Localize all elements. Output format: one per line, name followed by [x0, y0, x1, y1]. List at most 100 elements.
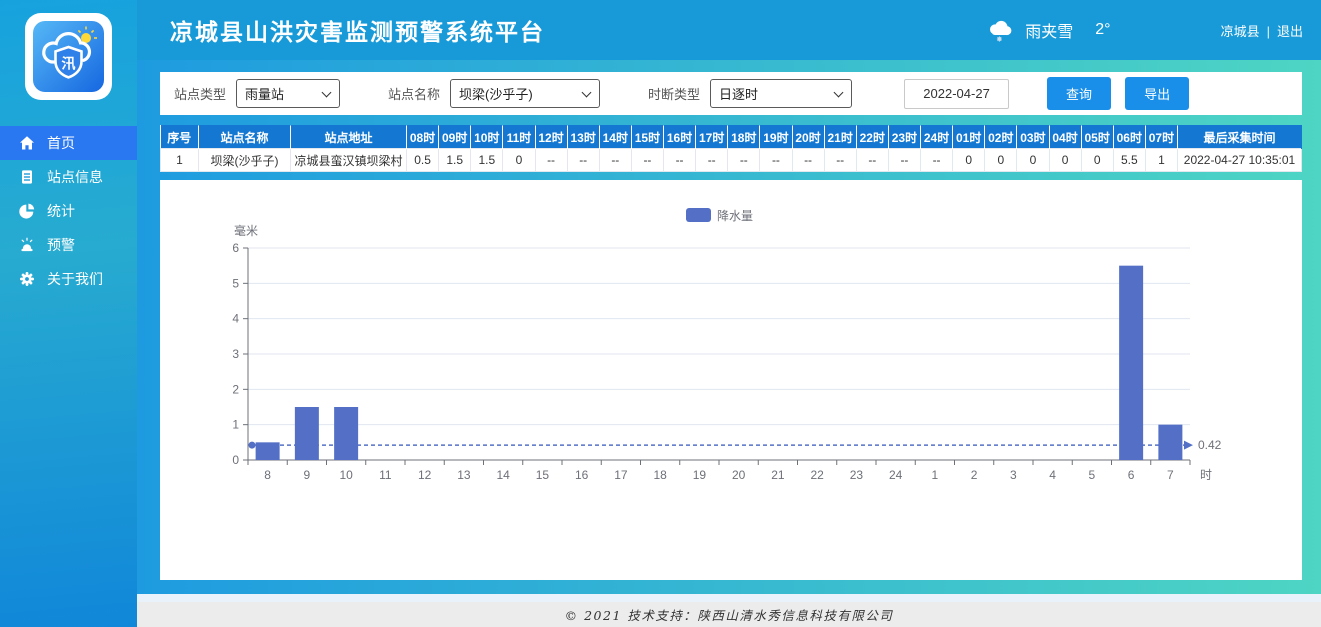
table-cell: -- — [921, 149, 953, 172]
chevron-down-icon — [582, 88, 592, 98]
station-name-select[interactable]: 坝梁(沙乎子) — [450, 79, 600, 108]
user-box: 凉城县 | 退出 — [1221, 21, 1303, 40]
table-cell: 5.5 — [1113, 149, 1145, 172]
sidebar-item-label: 站点信息 — [47, 167, 103, 187]
svg-text:24: 24 — [889, 468, 903, 482]
table-cell: -- — [760, 149, 792, 172]
svg-text:1: 1 — [932, 468, 939, 482]
sidebar-item-home[interactable]: 首页 — [0, 126, 137, 160]
table-row: 1坝梁(沙乎子)凉城县蛮汉镇坝梁村0.51.51.50-------------… — [161, 149, 1302, 172]
column-header: 06时 — [1113, 126, 1145, 149]
main-area: 凉城县山洪灾害监测预警系统平台 雨夹雪 — [137, 0, 1321, 627]
svg-text:降水量: 降水量 — [717, 209, 753, 223]
document-icon — [19, 169, 35, 185]
table-cell: 0 — [1049, 149, 1081, 172]
column-header: 站点名称 — [199, 126, 291, 149]
svg-text:9: 9 — [304, 468, 311, 482]
copyright-text: © 2021 技术支持：陕西山清水秀信息科技有限公司 — [565, 605, 894, 624]
table-cell: -- — [567, 149, 599, 172]
content-area: 站点类型雨量站站点名称坝梁(沙乎子)时断类型日逐时 2022-04-27 查询 … — [137, 60, 1321, 594]
filter-panel: 站点类型雨量站站点名称坝梁(沙乎子)时断类型日逐时 2022-04-27 查询 … — [160, 72, 1302, 115]
column-header: 22时 — [856, 126, 888, 149]
sidebar-item-about-us[interactable]: 关于我们 — [0, 262, 137, 296]
svg-text:8: 8 — [264, 468, 271, 482]
chevron-down-icon — [834, 88, 844, 98]
filter-label: 站点名称 — [388, 84, 440, 103]
column-header: 20时 — [792, 126, 824, 149]
column-header: 11时 — [503, 126, 535, 149]
filter-label: 站点类型 — [174, 84, 226, 103]
column-header: 03时 — [1017, 126, 1049, 149]
table-cell: 0 — [985, 149, 1017, 172]
svg-text:4: 4 — [1049, 468, 1056, 482]
svg-text:7: 7 — [1167, 468, 1174, 482]
weather-temperature: 2° — [1095, 21, 1110, 39]
legend-precipitation[interactable]: 降水量 — [686, 208, 753, 223]
bar[interactable] — [295, 407, 319, 460]
bar[interactable] — [1119, 266, 1143, 460]
svg-text:5: 5 — [232, 276, 239, 290]
filter-group-station-type: 站点类型雨量站 — [174, 79, 340, 108]
table-cell: 1 — [161, 149, 199, 172]
column-header: 07时 — [1145, 126, 1177, 149]
table-cell: 0.5 — [407, 149, 439, 172]
column-header: 08时 — [407, 126, 439, 149]
query-button[interactable]: 查询 — [1047, 77, 1111, 110]
username: 凉城县 — [1221, 24, 1260, 39]
svg-text:19: 19 — [693, 468, 707, 482]
filter-group-station-name: 站点名称坝梁(沙乎子) — [388, 79, 600, 108]
column-header: 01时 — [953, 126, 985, 149]
sidebar-item-statistics[interactable]: 统计 — [0, 194, 137, 228]
filter-label: 时断类型 — [648, 84, 700, 103]
sidebar-item-label: 预警 — [47, 235, 75, 255]
export-button[interactable]: 导出 — [1125, 77, 1189, 110]
column-header: 21时 — [824, 126, 856, 149]
svg-text:3: 3 — [232, 347, 239, 361]
top-header: 凉城县山洪灾害监测预警系统平台 雨夹雪 — [137, 0, 1321, 60]
svg-text:4: 4 — [232, 312, 239, 326]
shield-icon: 汛 — [56, 47, 82, 77]
svg-text:时: 时 — [1200, 468, 1212, 482]
svg-text:毫米: 毫米 — [234, 223, 258, 238]
selected-value: 日逐时 — [719, 84, 758, 103]
app-logo: 汛 — [0, 0, 137, 100]
bar[interactable] — [334, 407, 358, 460]
sidebar-item-station-info[interactable]: 站点信息 — [0, 160, 137, 194]
flood-app-logo-icon: 汛 — [25, 13, 112, 100]
column-header: 04时 — [1049, 126, 1081, 149]
table-cell: 0 — [1017, 149, 1049, 172]
svg-text:15: 15 — [536, 468, 550, 482]
table-cell: -- — [696, 149, 728, 172]
pie-chart-icon — [19, 203, 35, 219]
svg-text:21: 21 — [771, 468, 785, 482]
weather-condition: 雨夹雪 — [1025, 18, 1073, 42]
svg-text:11: 11 — [379, 468, 392, 482]
alarm-icon — [19, 237, 35, 253]
sidebar-item-warning[interactable]: 预警 — [0, 228, 137, 262]
sleet-weather-icon — [985, 18, 1015, 42]
column-header: 站点地址 — [291, 126, 407, 149]
station-type-select[interactable]: 雨量站 — [236, 79, 340, 108]
logout-link[interactable]: 退出 — [1277, 24, 1303, 39]
period-type-select[interactable]: 日逐时 — [710, 79, 852, 108]
svg-text:16: 16 — [575, 468, 589, 482]
svg-text:18: 18 — [653, 468, 667, 482]
table-cell: -- — [792, 149, 824, 172]
column-header: 16时 — [664, 126, 696, 149]
svg-text:1: 1 — [232, 418, 239, 432]
svg-text:2: 2 — [971, 468, 978, 482]
column-header: 09时 — [439, 126, 471, 149]
column-header: 序号 — [161, 126, 199, 149]
average-line-label: 0.42 — [1198, 438, 1222, 452]
selected-value: 坝梁(沙乎子) — [459, 84, 533, 103]
chart-panel: 0123456891011121314151617181920212223241… — [160, 180, 1302, 580]
svg-text:5: 5 — [1089, 468, 1096, 482]
date-input[interactable]: 2022-04-27 — [904, 79, 1009, 109]
table-cell: 0 — [953, 149, 985, 172]
table-cell: -- — [631, 149, 663, 172]
bar[interactable] — [1158, 425, 1182, 460]
separator: | — [1267, 24, 1270, 39]
svg-text:13: 13 — [457, 468, 471, 482]
table-cell: 1.5 — [439, 149, 471, 172]
table-cell: 0 — [1081, 149, 1113, 172]
